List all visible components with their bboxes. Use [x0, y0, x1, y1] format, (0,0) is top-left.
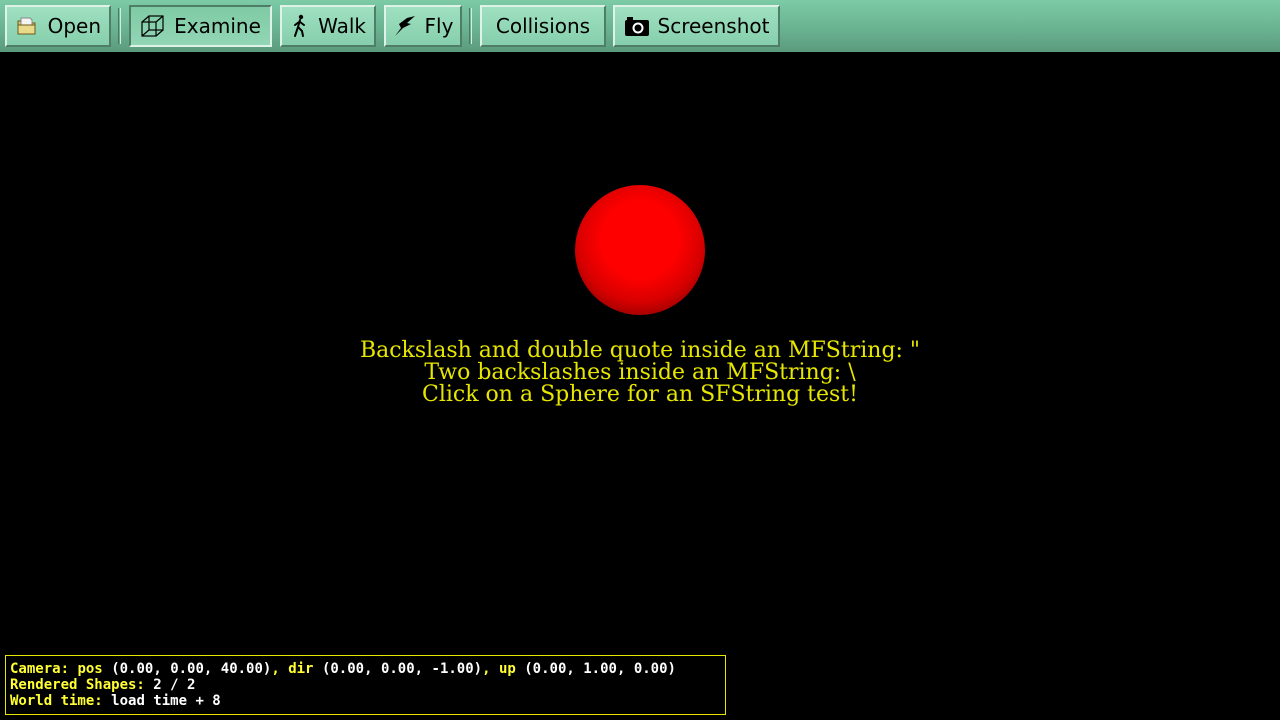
pos-value: (0.00, 0.00, 40.00)	[111, 661, 272, 677]
status-panel: Camera: pos (0.00, 0.00, 40.00), dir (0.…	[5, 655, 726, 715]
dir-value: (0.00, 0.00, -1.00)	[321, 661, 483, 677]
examine-button-label: Examine	[174, 14, 261, 38]
walk-button[interactable]: Walk	[280, 5, 376, 47]
walking-person-icon	[290, 13, 310, 39]
scene-text-line: Backslash and double quote inside an MFS…	[359, 338, 921, 363]
toolbar-separator	[118, 8, 121, 44]
folder-icon	[15, 13, 40, 39]
screenshot-button[interactable]: Screenshot	[613, 5, 780, 47]
scene-text-line: Click on a Sphere for an SFString test!	[422, 382, 858, 407]
pos-label: pos	[77, 661, 103, 677]
up-value: (0.00, 1.00, 0.00)	[524, 661, 676, 677]
shapes-label: Rendered Shapes:	[10, 677, 145, 693]
camera-status-line: Camera: pos (0.00, 0.00, 40.00), dir (0.…	[10, 661, 676, 677]
camera-icon	[624, 13, 650, 39]
bird-icon	[393, 13, 417, 39]
fly-button[interactable]: Fly	[384, 5, 462, 47]
toolbar: Open Examine Walk Fly Collisions Screens…	[0, 0, 1280, 52]
camera-label: Camera:	[10, 661, 70, 677]
red-sphere[interactable]	[575, 185, 705, 315]
collisions-button-label: Collisions	[495, 14, 591, 38]
up-label: up	[498, 661, 516, 677]
open-button-label: Open	[47, 14, 101, 38]
shapes-status-line: Rendered Shapes: 2 / 2	[10, 677, 721, 693]
toolbar-separator	[469, 8, 472, 44]
scene-text: Backslash and double quote inside an MFS…	[240, 340, 1040, 406]
dir-label: dir	[288, 661, 314, 677]
time-value: load time + 8	[111, 693, 221, 709]
screenshot-button-label: Screenshot	[657, 14, 770, 38]
time-status-line: World time: load time + 8	[10, 693, 721, 709]
examine-button[interactable]: Examine	[129, 5, 272, 47]
time-label: World time:	[10, 693, 103, 709]
scene-text-line: Two backslashes inside an MFString: \	[424, 360, 856, 385]
walk-button-label: Walk	[318, 14, 366, 38]
fly-button-label: Fly	[424, 14, 454, 38]
cube-icon	[140, 13, 166, 39]
shapes-value: 2 / 2	[153, 677, 196, 693]
open-button[interactable]: Open	[5, 5, 111, 47]
collisions-button[interactable]: Collisions	[480, 5, 606, 47]
